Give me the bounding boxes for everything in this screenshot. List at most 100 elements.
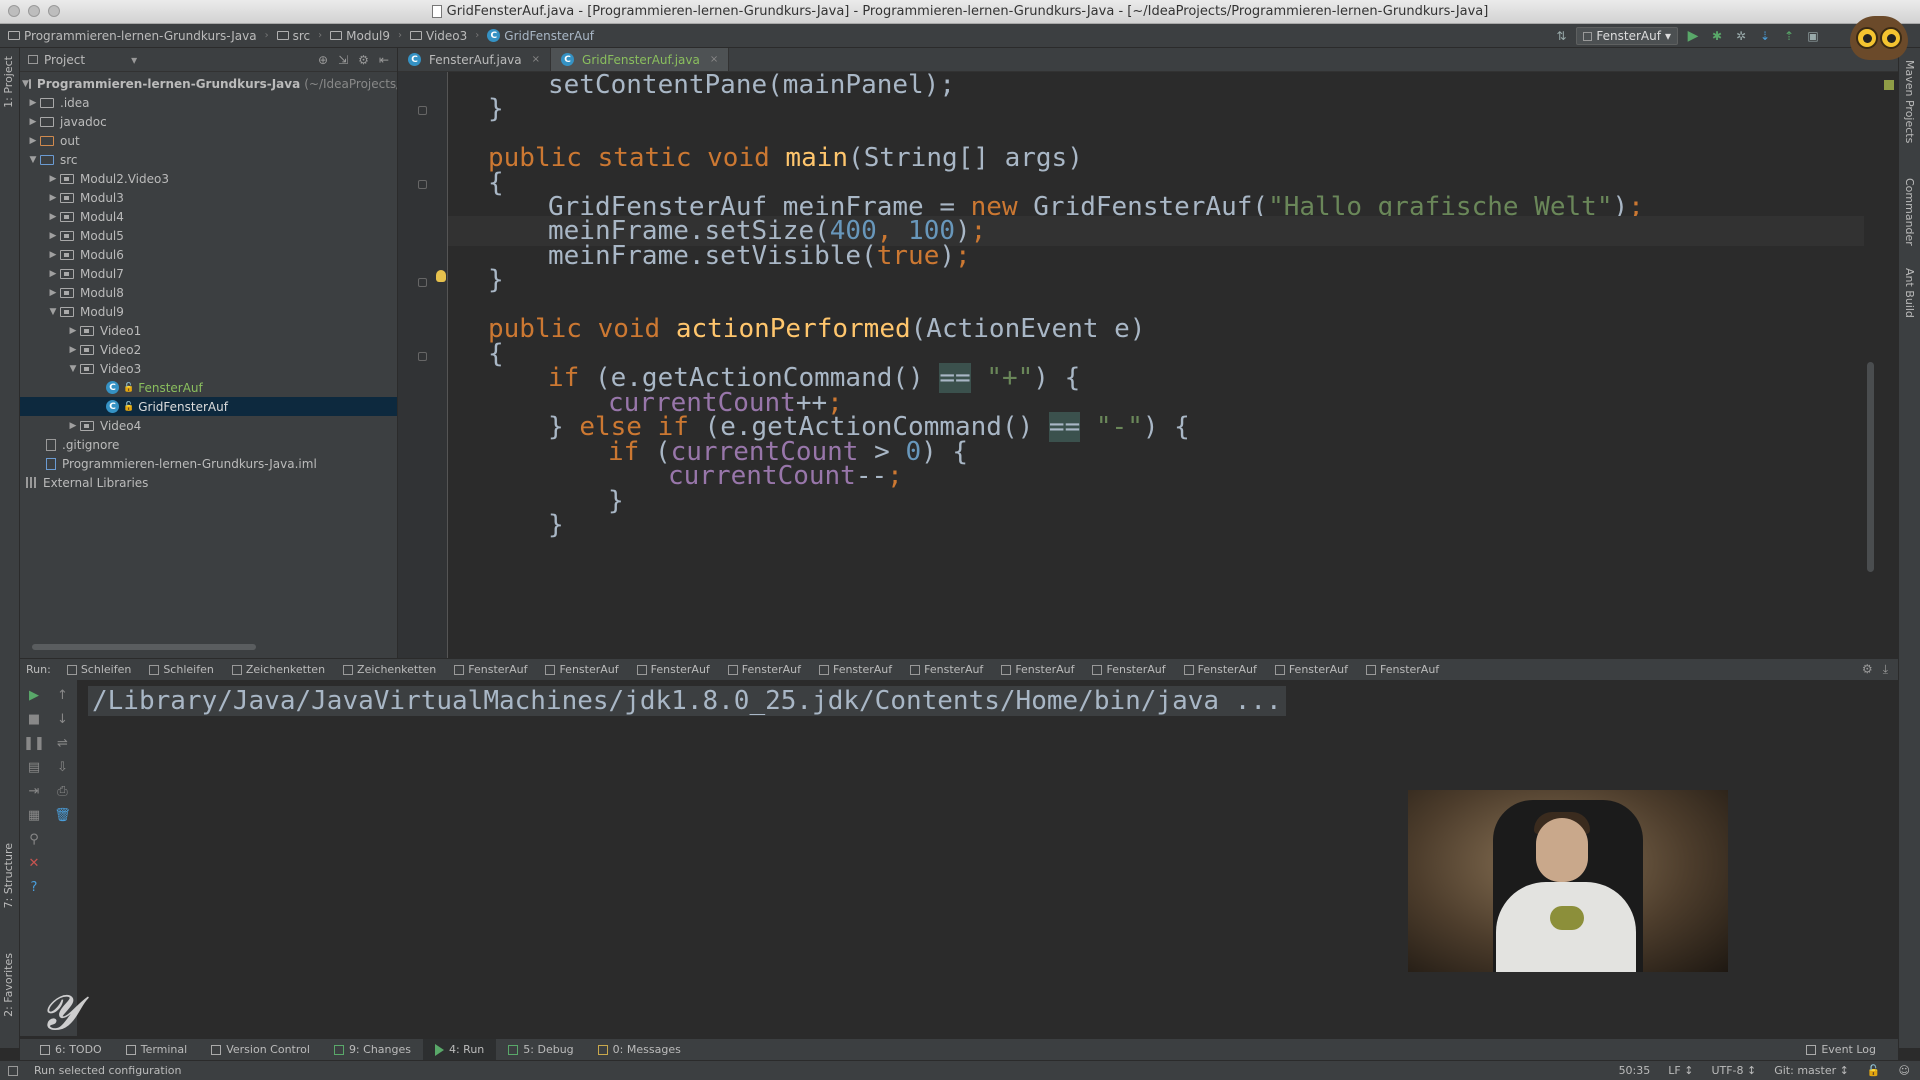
dump-threads-icon[interactable]: ▤ [26,758,42,776]
run-tab-fensterauf[interactable]: FensterAuf [811,663,902,676]
tree-item-modul9[interactable]: ▼ Modul9 [20,302,397,321]
commander-tab[interactable]: Commander [1903,178,1916,246]
collapsed-arrow-icon[interactable]: ▶ [46,174,60,184]
project-horizontal-scrollbar[interactable] [32,644,256,650]
fold-marker-icon[interactable] [418,278,427,287]
breadcrumb-class[interactable]: C GridFensterAuf [487,29,594,43]
tree-item-modul5[interactable]: ▶ Modul5 [20,226,397,245]
tree-item-modul2-video3[interactable]: ▶ Modul2.Video3 [20,169,397,188]
exit-icon[interactable]: ⇥ [26,782,42,800]
tree-item-fensterauf[interactable]: C 🔓 FensterAuf [20,378,397,397]
close-window-button[interactable] [8,5,20,17]
collapsed-arrow-icon[interactable]: ▶ [26,136,40,146]
event-log-tool-button[interactable]: Event Log [1794,1039,1888,1061]
ant-build-tab[interactable]: Ant Build [1903,268,1916,318]
minimize-window-button[interactable] [28,5,40,17]
scrollbar-thumb[interactable] [1867,362,1874,572]
maven-projects-tab[interactable]: Maven Projects [1903,60,1916,143]
editor-vertical-scrollbar[interactable] [1864,72,1878,660]
tool-windows-toggle-icon[interactable] [8,1065,18,1076]
tree-item-javadoc[interactable]: ▶ javadoc [20,112,397,131]
tree-item-src[interactable]: ▼ src [20,150,397,169]
terminal-tool-button[interactable]: Terminal [114,1039,200,1061]
git-branch[interactable]: Git: master ↕ [1774,1064,1849,1077]
tree-item-gridfensterauf[interactable]: C 🔓 GridFensterAuf [20,397,397,416]
collapsed-arrow-icon[interactable]: ▶ [46,212,60,222]
run-tab-fensterauf[interactable]: FensterAuf [993,663,1084,676]
lightbulb-icon[interactable] [436,270,446,282]
tree-item-video4[interactable]: ▶ Video4 [20,416,397,435]
tree-item-external-libraries[interactable]: External Libraries [20,473,397,492]
tab-fensterauf-java[interactable]: C FensterAuf.java × [398,48,552,71]
collapsed-arrow-icon[interactable]: ▶ [66,345,80,355]
run-tab-fensterauf[interactable]: FensterAuf [902,663,993,676]
help-icon[interactable]: ? [26,878,42,896]
run-tab-fensterauf[interactable]: FensterAuf [537,663,628,676]
layout-icon[interactable]: ▦ [26,806,42,824]
breadcrumb-modul9[interactable]: Modul9 [330,29,390,43]
run-configuration-selector[interactable]: FensterAuf ▾ [1576,27,1678,45]
pin-icon[interactable]: ⚲ [26,830,42,848]
run-tab-schleifen[interactable]: Schleifen [59,663,142,676]
project-view-selector[interactable]: Project [44,53,85,67]
collapsed-arrow-icon[interactable]: ▶ [46,288,60,298]
collapsed-arrow-icon[interactable]: ▶ [46,250,60,260]
tree-item-modul4[interactable]: ▶ Modul4 [20,207,397,226]
scroll-up-icon[interactable]: ↑ [55,686,71,704]
tree-item-modul3[interactable]: ▶ Modul3 [20,188,397,207]
file-encoding[interactable]: UTF-8 ↕ [1711,1064,1756,1077]
breadcrumb-src[interactable]: src [276,29,310,43]
run-tab-fensterauf[interactable]: FensterAuf [1084,663,1175,676]
vcs-commit-icon[interactable]: ⇡ [1780,27,1798,45]
gear-icon[interactable]: ⚙ [358,53,369,67]
run-tab-fensterauf[interactable]: FensterAuf [1358,663,1449,676]
fold-marker-icon[interactable] [418,106,427,115]
rerun-icon[interactable]: ▶ [26,686,42,704]
soft-wrap-icon[interactable]: ⇌ [55,734,71,752]
run-tab-zeichenketten[interactable]: Zeichenketten [224,663,335,676]
inspection-status-icon[interactable] [1884,80,1894,90]
run-tab-fensterauf[interactable]: FensterAuf [1267,663,1358,676]
collapsed-arrow-icon[interactable]: ▶ [46,193,60,203]
collapsed-arrow-icon[interactable]: ▶ [26,117,40,127]
tree-item-video3[interactable]: ▼ Video3 [20,359,397,378]
zoom-window-button[interactable] [48,5,60,17]
vcs-update-icon[interactable]: ⇣ [1756,27,1774,45]
tree-item-video1[interactable]: ▶ Video1 [20,321,397,340]
run-tab-fensterauf[interactable]: FensterAuf [446,663,537,676]
line-separator[interactable]: LF ↕ [1668,1064,1693,1077]
run-button[interactable]: ▶ [1684,27,1702,45]
window-controls[interactable] [8,5,60,17]
run-tab-schleifen[interactable]: Schleifen [141,663,224,676]
breadcrumb-project[interactable]: Programmieren-lernen-Grundkurs-Java [8,29,257,43]
expanded-arrow-icon[interactable]: ▼ [46,307,60,317]
clear-all-icon[interactable]: 🗑 [54,806,71,824]
expanded-arrow-icon[interactable]: ▼ [66,364,80,374]
close-icon[interactable]: × [532,54,540,65]
lock-icon[interactable]: 🔓 [1867,1064,1881,1077]
hide-icon[interactable]: ⇤ [379,53,389,67]
code-editor[interactable]: setContentPane(mainPanel); } public stat… [448,72,1878,660]
tree-item-iml[interactable]: Programmieren-lernen-Grundkurs-Java.iml [20,454,397,473]
run-tab-fensterauf[interactable]: FensterAuf [1176,663,1267,676]
messages-tool-button[interactable]: 0: Messages [586,1039,693,1061]
fold-marker-icon[interactable] [418,180,427,189]
favorites-tool-tab[interactable]: 2: Favorites [2,953,15,1017]
debug-tool-button[interactable]: 5: Debug [496,1039,585,1061]
debug-icon[interactable]: ✱ [1708,27,1726,45]
close-icon[interactable]: × [710,54,718,65]
run-tab-fensterauf[interactable]: FensterAuf [720,663,811,676]
breadcrumb-video3[interactable]: Video3 [410,29,467,43]
tree-item-modul7[interactable]: ▶ Modul7 [20,264,397,283]
collapsed-arrow-icon[interactable]: ▶ [46,269,60,279]
close-run-icon[interactable]: ✕ [26,854,42,872]
hide-panel-icon[interactable]: ⤓ [1883,662,1888,677]
locate-icon[interactable]: ⊕ [318,53,328,67]
run-tool-button[interactable]: 4: Run [422,1038,497,1061]
tree-item-modul8[interactable]: ▶ Modul8 [20,283,397,302]
project-tool-tab[interactable]: 1: Project [2,56,15,108]
inspector-icon[interactable]: ☺ [1899,1064,1910,1077]
version-control-tool-button[interactable]: Version Control [199,1039,322,1061]
expanded-arrow-icon[interactable]: ▼ [22,79,29,89]
collapsed-arrow-icon[interactable]: ▶ [66,326,80,336]
